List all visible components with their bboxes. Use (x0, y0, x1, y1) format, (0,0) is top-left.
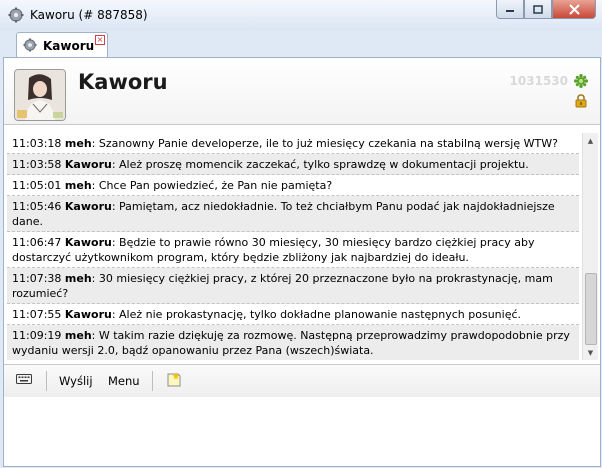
maximize-button[interactable] (524, 0, 552, 19)
status-online-icon[interactable] (574, 74, 588, 88)
close-button[interactable] (552, 0, 596, 19)
message-text: W takim razie dziękuję za rozmowę. Nastę… (12, 329, 570, 357)
scroll-down-arrow-icon[interactable]: ▼ (583, 345, 598, 360)
lock-icon[interactable] (574, 94, 588, 108)
message-row: 11:03:58 Kaworu: Ależ proszę momencik za… (7, 154, 579, 175)
message-time: 11:09:19 (12, 329, 62, 342)
contact-header: Kaworu 1031530 (4, 58, 600, 125)
message-time: 11:03:18 (12, 137, 62, 150)
message-author: Kaworu (64, 158, 112, 171)
maximize-icon (533, 4, 543, 14)
app-gear-icon (8, 7, 24, 23)
message-text: Szanowny Panie developerze, ile to już m… (98, 137, 558, 150)
message-text: Ależ proszę momencik zaczekać, tylko spr… (119, 158, 529, 171)
message-author: Kaworu (64, 308, 112, 321)
message-row: 11:07:55 Kaworu: Ależ nie prokastynację,… (7, 304, 579, 325)
contact-gear-icon (23, 38, 37, 52)
toolbar-separator (152, 371, 153, 391)
keyboard-icon[interactable] (16, 373, 32, 385)
message-author: Kaworu (64, 200, 112, 213)
message-text: 30 miesięcy ciężkiej pracy, z której 20 … (12, 272, 553, 300)
tab-conversation[interactable]: Kaworu × (16, 32, 108, 58)
message-time: 11:03:58 (12, 158, 62, 171)
minimize-button[interactable] (496, 0, 524, 19)
tab-strip: Kaworu × (0, 30, 602, 58)
contact-number: 1031530 (509, 74, 568, 88)
message-time: 11:07:38 (12, 272, 62, 285)
message-time: 11:07:55 (12, 308, 62, 321)
message-author: Kaworu (64, 236, 112, 249)
message-toolbar: Wyślij Menu (4, 364, 600, 398)
avatar (14, 69, 66, 121)
tab-close-icon[interactable]: × (95, 35, 105, 45)
message-row: 11:07:38 meh: 30 miesięcy ciężkiej pracy… (7, 268, 579, 304)
toolbar-separator (46, 371, 47, 391)
message-author: meh (64, 329, 92, 342)
message-row: 11:05:01 meh: Chce Pan powiedzieć, że Pa… (7, 175, 579, 196)
message-scrollbar[interactable]: ▲ ▼ (582, 133, 598, 360)
message-row: 11:06:47 Kaworu: Będzie to prawie równo … (7, 232, 579, 268)
send-button[interactable]: Wyślij (59, 374, 93, 388)
message-author: meh (64, 272, 92, 285)
message-text: Chce Pan powiedzieć, że Pan nie pamięta? (98, 179, 333, 192)
avatar-image (15, 70, 65, 120)
contact-name: Kaworu (78, 70, 168, 94)
close-icon (568, 3, 580, 15)
message-time: 11:05:01 (12, 179, 62, 192)
message-input[interactable] (4, 397, 600, 466)
note-icon[interactable] (166, 372, 182, 388)
chat-window: Kaworu 1031530 11:03:18 meh: Szanowny Pa… (3, 57, 601, 467)
scrollbar-thumb[interactable] (585, 273, 597, 345)
message-list: 11:03:18 meh: Szanowny Panie developerze… (7, 133, 579, 360)
message-row: 11:03:18 meh: Szanowny Panie developerze… (7, 133, 579, 154)
message-time: 11:06:47 (12, 236, 62, 249)
minimize-icon (506, 10, 514, 12)
tab-label: Kaworu (43, 39, 95, 53)
title-bar: Kaworu (# 887858) (0, 0, 602, 31)
window-title: Kaworu (# 887858) (30, 8, 148, 22)
message-row: 11:05:46 Kaworu: Pamiętam, acz niedokład… (7, 196, 579, 232)
message-time: 11:05:46 (12, 200, 62, 213)
message-text: Ależ nie prokastynację, tylko dokładne p… (119, 308, 522, 321)
message-author: meh (64, 137, 92, 150)
scroll-up-arrow-icon[interactable]: ▲ (583, 133, 598, 148)
message-row: 11:09:19 meh: W takim razie dziękuję za … (7, 325, 579, 360)
message-author: meh (64, 179, 92, 192)
menu-button[interactable]: Menu (108, 374, 140, 388)
